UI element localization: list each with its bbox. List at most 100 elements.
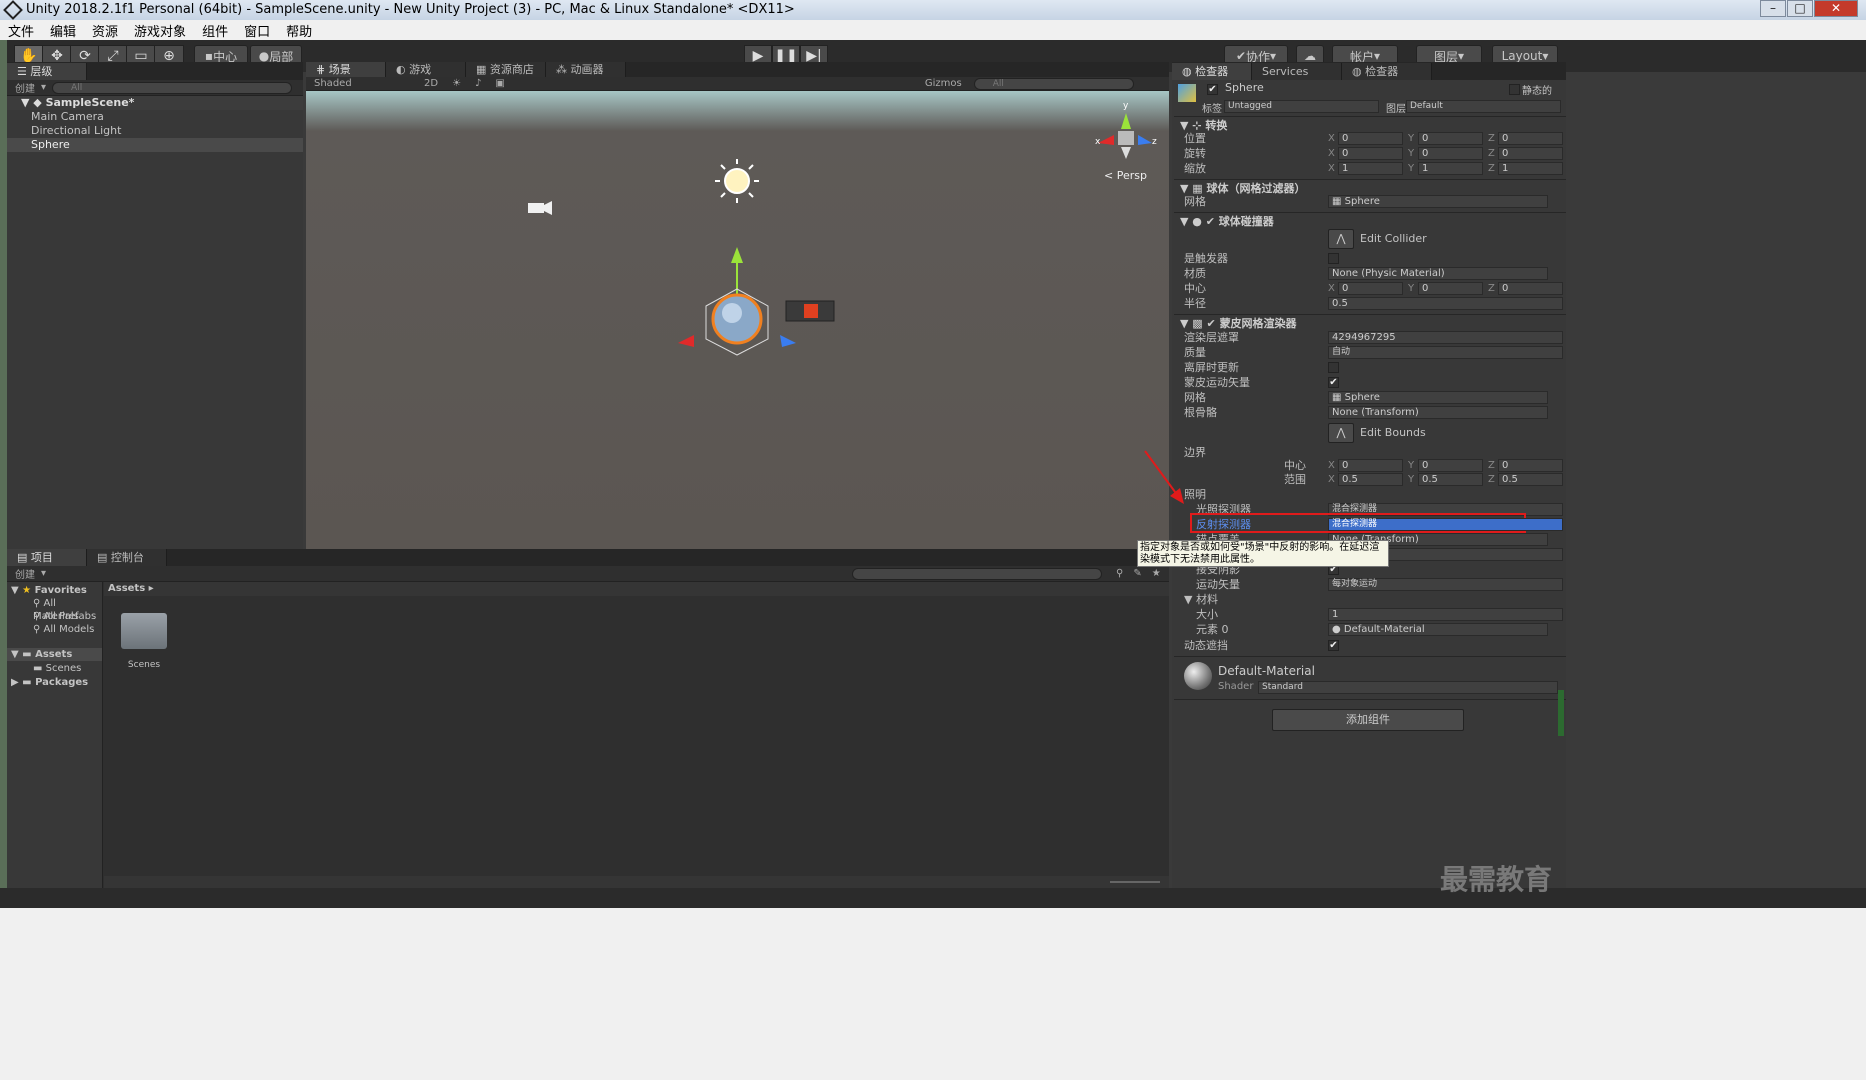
- project-search-input[interactable]: [852, 567, 1103, 580]
- tab-project[interactable]: ▤ 项目: [7, 549, 87, 566]
- persp-label[interactable]: < Persp: [1104, 169, 1147, 182]
- scene-search-input[interactable]: All: [973, 77, 1134, 90]
- favorites-header[interactable]: ▼ ★ Favorites: [11, 584, 87, 597]
- menu-edit[interactable]: 编辑: [42, 21, 84, 40]
- assets-folder[interactable]: ▼ ▬ Assets: [7, 648, 102, 661]
- bounds-extent-z[interactable]: 0.5: [1498, 473, 1563, 486]
- add-component-button[interactable]: 添加组件: [1272, 709, 1464, 731]
- element-0-field[interactable]: ● Default-Material: [1328, 623, 1548, 636]
- update-offscreen-checkbox[interactable]: [1328, 362, 1339, 373]
- menu-assets[interactable]: 资源: [84, 21, 126, 40]
- favorite-item[interactable]: ⚲ All Prefabs: [33, 610, 96, 623]
- project-create-button[interactable]: 创建: [15, 566, 35, 581]
- hierarchy-tab[interactable]: ☰ 层级: [7, 63, 87, 80]
- sphere-collider-header[interactable]: ▼ ● ✔ 球体碰撞器: [1174, 212, 1566, 230]
- collider-center-y[interactable]: 0: [1418, 282, 1483, 295]
- position-x[interactable]: 0: [1338, 132, 1403, 145]
- reflection-probes-dropdown[interactable]: 混合探测器: [1328, 518, 1563, 531]
- rotation-x[interactable]: 0: [1338, 147, 1403, 160]
- tab-services[interactable]: Services: [1252, 63, 1342, 80]
- favorite-star-icon[interactable]: ★: [1152, 568, 1161, 579]
- radius-field[interactable]: 0.5: [1328, 297, 1563, 310]
- assets-breadcrumb[interactable]: Assets ▸: [104, 582, 1169, 596]
- effects-toggle-icon[interactable]: ▣: [495, 78, 504, 89]
- tab-console[interactable]: ▤ 控制台: [87, 549, 167, 566]
- quality-dropdown[interactable]: 自动: [1328, 346, 1563, 359]
- hierarchy-search-input[interactable]: All: [52, 81, 293, 94]
- static-checkbox[interactable]: [1509, 84, 1520, 95]
- rotation-z[interactable]: 0: [1498, 147, 1563, 160]
- materials-size-field[interactable]: 1: [1328, 608, 1563, 621]
- inspector-scrollbar[interactable]: [1558, 690, 1564, 736]
- collider-center-x[interactable]: 0: [1338, 282, 1403, 295]
- object-name-field[interactable]: Sphere: [1222, 82, 1502, 95]
- root-bone-field[interactable]: None (Transform): [1328, 406, 1548, 419]
- scene-viewport[interactable]: x y z < Persp: [306, 91, 1169, 549]
- bounds-extent-y[interactable]: 0.5: [1418, 473, 1483, 486]
- menu-help[interactable]: 帮助: [278, 21, 320, 40]
- hierarchy-item-selected[interactable]: Sphere: [7, 138, 303, 152]
- menu-file[interactable]: 文件: [0, 21, 42, 40]
- mode-2d-button[interactable]: 2D: [424, 78, 438, 89]
- scenes-folder-label: Scenes: [45, 663, 82, 674]
- material-preview-icon: [1184, 662, 1212, 690]
- collider-center-z[interactable]: 0: [1498, 282, 1563, 295]
- hierarchy-create-button[interactable]: 创建: [15, 80, 35, 95]
- edit-bounds-icon[interactable]: ⋀: [1328, 423, 1354, 443]
- shading-mode-dropdown[interactable]: Shaded: [314, 78, 414, 89]
- scene-root[interactable]: ▼ ◆ SampleScene*: [7, 96, 303, 110]
- tab-game[interactable]: ◐ 游戏: [386, 62, 466, 77]
- scale-z[interactable]: 1: [1498, 162, 1563, 175]
- favorite-item[interactable]: ⚲ All Models: [33, 623, 94, 636]
- edit-collider-icon[interactable]: ⋀: [1328, 229, 1354, 249]
- menu-gameobject[interactable]: 游戏对象: [126, 21, 194, 40]
- menu-component[interactable]: 组件: [194, 21, 236, 40]
- position-z[interactable]: 0: [1498, 132, 1563, 145]
- materials-size-label: 大小: [1196, 608, 1218, 621]
- packages-folder[interactable]: ▶ ▬ Packages: [11, 676, 88, 689]
- materials-label[interactable]: ▼ 材料: [1184, 592, 1218, 607]
- scale-y[interactable]: 1: [1418, 162, 1483, 175]
- render-mask-field[interactable]: 4294967295: [1328, 331, 1563, 344]
- skinned-motion-checkbox[interactable]: ✔: [1328, 377, 1339, 388]
- material-name: Default-Material: [1218, 664, 1315, 678]
- tab-inspector[interactable]: ◍ 检查器: [1172, 63, 1252, 80]
- folder-icon[interactable]: [121, 613, 167, 649]
- window-controls: – □ ✕: [1759, 0, 1858, 18]
- is-trigger-checkbox[interactable]: [1328, 253, 1339, 264]
- bounds-center-x[interactable]: 0: [1338, 459, 1403, 472]
- menu-window[interactable]: 窗口: [236, 21, 278, 40]
- maximize-button[interactable]: □: [1787, 0, 1813, 17]
- dynamic-occlusion-checkbox[interactable]: ✔: [1328, 640, 1339, 651]
- tab-asset-store[interactable]: ▦ 资源商店: [466, 62, 546, 77]
- tag-dropdown[interactable]: Untagged: [1224, 100, 1379, 113]
- active-checkbox[interactable]: ✔: [1207, 84, 1218, 95]
- bounds-center-z[interactable]: 0: [1498, 459, 1563, 472]
- tab-inspector-2-label: 检查器: [1365, 65, 1399, 78]
- scale-x[interactable]: 1: [1338, 162, 1403, 175]
- lighting-toggle-icon[interactable]: ☀: [452, 78, 461, 89]
- collider-material-field[interactable]: None (Physic Material): [1328, 267, 1548, 280]
- icon-size-slider[interactable]: [1110, 881, 1160, 883]
- bounds-center-y[interactable]: 0: [1418, 459, 1483, 472]
- scenes-folder[interactable]: ▬ Scenes: [33, 662, 81, 675]
- rotation-y[interactable]: 0: [1418, 147, 1483, 160]
- minimize-button[interactable]: –: [1760, 0, 1786, 17]
- audio-toggle-icon[interactable]: ♪: [475, 78, 481, 89]
- tab-inspector-2[interactable]: ◍ 检查器: [1342, 63, 1432, 80]
- tab-animator[interactable]: ⁂ 动画器: [546, 62, 626, 77]
- tab-scene[interactable]: ⋕ 场景: [306, 62, 386, 77]
- close-button[interactable]: ✕: [1814, 0, 1858, 17]
- motion-vectors-dropdown[interactable]: 每对象运动: [1328, 578, 1563, 591]
- mesh-field[interactable]: ▦ Sphere: [1328, 195, 1548, 208]
- renderer-mesh-field[interactable]: ▦ Sphere: [1328, 391, 1548, 404]
- filter-type-icon[interactable]: ⚲: [1116, 568, 1123, 579]
- shader-dropdown[interactable]: Standard: [1258, 681, 1558, 694]
- layer-dropdown[interactable]: Default: [1406, 100, 1561, 113]
- hierarchy-item[interactable]: Main Camera: [7, 110, 303, 124]
- bounds-extent-x[interactable]: 0.5: [1338, 473, 1403, 486]
- filter-label-icon[interactable]: ✎: [1133, 568, 1141, 579]
- gizmos-dropdown[interactable]: Gizmos: [925, 78, 962, 89]
- position-y[interactable]: 0: [1418, 132, 1483, 145]
- hierarchy-item[interactable]: Directional Light: [7, 124, 303, 138]
